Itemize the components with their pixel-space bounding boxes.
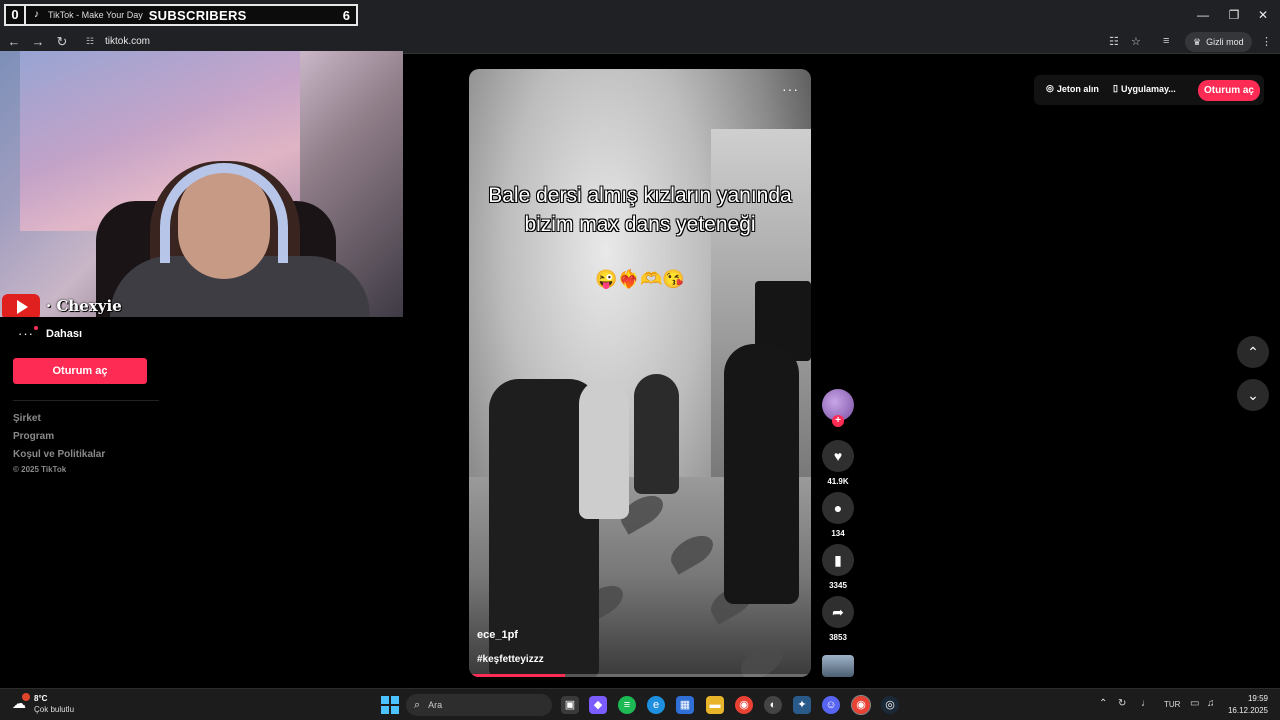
weather-description[interactable]: Çok bulutlu — [34, 705, 74, 714]
channel-name-text: Chexyie — [56, 297, 122, 315]
translate-icon[interactable]: ☷ — [1109, 35, 1119, 48]
get-app-label: Uygulamay... — [1120, 83, 1176, 94]
subscriber-count-right: 6 — [342, 7, 350, 23]
video-progress-bar[interactable] — [469, 674, 811, 677]
incognito-icon: ♛ — [1193, 36, 1202, 47]
phone-icon: ▯ — [1113, 83, 1118, 93]
edge-icon[interactable]: e — [647, 696, 665, 714]
vpn-icon[interactable]: ✦ — [793, 696, 811, 714]
youtube-logo-icon — [2, 294, 40, 317]
clock-time[interactable]: 19:59 — [1228, 694, 1268, 703]
site-info-icon[interactable]: ☷ — [86, 36, 98, 48]
sidebar-item-more[interactable]: ··· Dahası — [18, 326, 82, 341]
store-icon[interactable]: ▦ — [676, 696, 694, 714]
video-caption: Bale dersi almış kızların yanında bizim … — [488, 184, 792, 236]
sidebar-item-label: Dahası — [46, 327, 83, 340]
girl-sitting-2 — [634, 374, 679, 494]
share-arrow-icon: ➦ — [832, 603, 844, 620]
subscribers-label: SUBSCRIBERS — [148, 7, 247, 23]
girl-sitting-1 — [579, 379, 629, 519]
language-indicator[interactable]: TUR — [1164, 700, 1180, 709]
forward-icon[interactable]: → — [29, 33, 47, 51]
copilot-icon[interactable]: ◆ — [589, 696, 607, 714]
browser-title-bar: 0 ♪ TikTok - Make Your Day SUBSCRIBERS 6… — [0, 0, 1280, 30]
reload-icon[interactable]: ↻ — [53, 33, 71, 51]
music-disc[interactable] — [822, 655, 854, 677]
task-view-icon[interactable]: ▣ — [561, 696, 579, 714]
footer-link-terms[interactable]: Koşul ve Politikalar — [13, 449, 105, 460]
obs-icon[interactable]: ◐ — [764, 696, 782, 714]
comment-icon: ● — [833, 500, 843, 516]
steam-icon[interactable]: ◎ — [881, 696, 899, 714]
minimize-button[interactable]: — — [1186, 0, 1220, 30]
get-app-button[interactable]: ▯ Uygulamay... — [1113, 83, 1176, 94]
comment-button[interactable]: ● — [822, 492, 854, 524]
file-explorer-icon[interactable]: ▬ — [706, 696, 724, 714]
next-video-button[interactable]: ⌄ — [1237, 379, 1269, 411]
chevron-down-icon: ⌄ — [1247, 386, 1259, 403]
video-author[interactable]: ece_1pf — [477, 629, 518, 641]
tray-chevron-up-icon[interactable]: ⌃ — [1099, 698, 1107, 709]
tray-sync-icon[interactable]: ↻ — [1118, 698, 1126, 709]
video-emoji: 😜❤️‍🔥🫶😘 — [595, 269, 685, 289]
subscriber-count-left: 0 — [6, 6, 26, 24]
display-icon[interactable]: ▭ — [1190, 698, 1199, 709]
tiktok-icon: ♪ — [34, 9, 39, 20]
search-icon: ⌕ — [414, 698, 421, 711]
footer-link-program[interactable]: Program — [13, 431, 54, 442]
video-hashtag[interactable]: #keşfetteyizzz — [477, 654, 544, 665]
video-player[interactable]: Bale dersi almış kızların yanında bizim … — [469, 69, 811, 677]
login-button-sidebar[interactable]: Oturum aç — [13, 358, 147, 384]
video-more-icon[interactable]: ··· — [782, 81, 799, 97]
more-dots-icon: ··· — [18, 326, 38, 341]
share-button[interactable]: ➦ — [822, 596, 854, 628]
url-field[interactable]: tiktok.com — [105, 36, 150, 47]
coin-icon: ◎ — [1046, 83, 1054, 93]
dancer-right — [724, 344, 799, 604]
chrome-active-icon[interactable]: ◉ — [851, 695, 871, 715]
follow-plus-icon[interactable]: + — [832, 415, 844, 427]
webcam-overlay: · Chexyie — [0, 51, 403, 317]
incognito-label: Gizli mod — [1206, 37, 1244, 47]
chrome-icon[interactable]: ◉ — [735, 696, 753, 714]
heart-icon: ♥ — [833, 448, 843, 464]
close-button[interactable]: ✕ — [1246, 0, 1280, 30]
get-coins-button[interactable]: ◎ Jeton alın — [1046, 83, 1099, 94]
volume-icon[interactable]: ♫ — [1207, 698, 1215, 709]
save-count: 3345 — [829, 581, 847, 590]
taskbar-search[interactable]: ⌕ Ara — [406, 694, 552, 716]
spotify-icon[interactable]: ≡ — [618, 696, 636, 714]
like-button[interactable]: ♥ — [822, 440, 854, 472]
menu-kebab-icon[interactable]: ⋮ — [1261, 35, 1272, 48]
weather-alert-badge — [22, 693, 30, 701]
bookmark-star-icon[interactable]: ☆ — [1131, 35, 1141, 48]
subscriber-counter-overlay: 0 ♪ TikTok - Make Your Day SUBSCRIBERS 6 — [4, 4, 358, 26]
discord-icon[interactable]: ☺ — [822, 696, 840, 714]
footer-link-company[interactable]: Şirket — [13, 413, 41, 424]
share-count: 3853 — [829, 633, 847, 642]
search-placeholder: Ara — [428, 700, 443, 710]
bookmark-icon: ▮ — [834, 551, 842, 568]
weather-temperature[interactable]: 8°C — [34, 694, 47, 703]
tab-title[interactable]: TikTok - Make Your Day — [48, 10, 143, 20]
incognito-badge[interactable]: ♛ Gizli mod — [1185, 32, 1252, 52]
copyright: © 2025 TikTok — [13, 465, 67, 474]
back-icon[interactable]: ← — [5, 33, 23, 51]
save-button[interactable]: ▮ — [822, 544, 854, 576]
tab-search-icon[interactable]: ≡ — [1163, 35, 1169, 47]
previous-video-button[interactable]: ⌃ — [1237, 336, 1269, 368]
video-progress-fill — [469, 674, 565, 677]
windows-taskbar: ☁ 8°C Çok bulutlu ⌕ Ara ▣ ◆ ≡ e ▦ ▬ ◉ ◐ … — [0, 688, 1280, 720]
get-coins-label: Jeton alın — [1056, 83, 1099, 94]
chevron-up-icon: ⌃ — [1247, 343, 1259, 360]
like-count: 41.9K — [827, 477, 849, 486]
login-button-top[interactable]: Oturum aç — [1198, 80, 1260, 101]
clock-date[interactable]: 16.12.2025 — [1218, 706, 1268, 715]
sidebar-divider — [13, 400, 159, 401]
channel-name: · Chexyie — [46, 297, 122, 315]
microphone-icon[interactable]: ♩ — [1141, 698, 1151, 709]
comment-count: 134 — [831, 529, 845, 538]
start-button[interactable] — [381, 696, 399, 714]
